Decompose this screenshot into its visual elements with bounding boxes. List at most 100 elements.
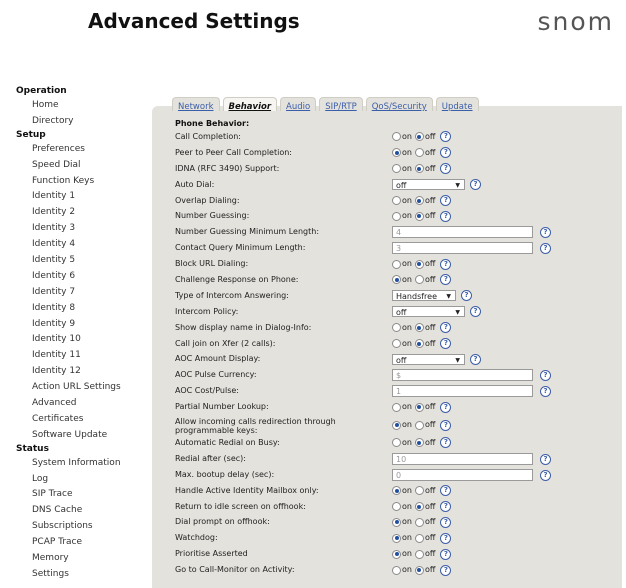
radio-on[interactable]: on [392,320,412,336]
sidebar-item-function-keys[interactable]: Function Keys [16,174,148,190]
sidebar-item-pcap-trace[interactable]: PCAP Trace [16,535,148,551]
radio-on-button[interactable] [392,533,401,543]
radio-off[interactable]: off [414,483,435,499]
radio-on-button[interactable] [392,275,401,285]
sidebar-item-directory[interactable]: Directory [16,114,148,130]
radio-off-button[interactable] [414,339,424,349]
setting-input[interactable]: $ [392,369,533,382]
radio-on[interactable]: on [392,435,412,451]
radio-on-button[interactable] [392,164,401,174]
radio-on-button[interactable] [392,323,401,333]
radio-off[interactable]: off [414,161,435,177]
help-icon[interactable]: ? [440,338,452,350]
radio-on[interactable]: on [392,256,412,272]
help-icon[interactable]: ? [440,322,452,334]
help-icon[interactable]: ? [440,501,452,513]
sidebar-item-action-url-settings[interactable]: Action URL Settings [16,380,148,396]
radio-on[interactable]: on [392,208,412,224]
sidebar-item-identity-4[interactable]: Identity 4 [16,237,148,253]
help-icon[interactable]: ? [440,564,452,576]
sidebar-item-certificates[interactable]: Certificates [16,412,148,428]
radio-off[interactable]: off [414,399,435,415]
setting-input[interactable]: 0 [392,468,533,481]
help-icon[interactable]: ? [440,163,452,175]
radio-off-button[interactable] [414,533,424,543]
radio-off[interactable]: off [414,145,435,161]
help-icon[interactable]: ? [440,274,452,286]
radio-on[interactable]: on [392,483,412,499]
sidebar-item-identity-1[interactable]: Identity 1 [16,189,148,205]
sidebar-item-identity-10[interactable]: Identity 10 [16,332,148,348]
radio-off[interactable]: off [414,272,435,288]
sidebar-item-sip-trace[interactable]: SIP Trace [16,487,148,503]
radio-off-button[interactable] [414,323,424,333]
radio-off[interactable]: off [414,129,435,145]
sidebar-item-identity-12[interactable]: Identity 12 [16,364,148,380]
sidebar-item-identity-5[interactable]: Identity 5 [16,253,148,269]
radio-off-button[interactable] [414,259,424,269]
help-icon[interactable]: ? [440,258,452,270]
radio-off[interactable]: off [414,320,435,336]
radio-on[interactable]: on [392,336,412,352]
setting-input[interactable]: 4 [392,226,533,239]
help-icon[interactable]: ? [440,419,452,431]
setting-select[interactable]: off ▼ [392,179,465,191]
radio-on-button[interactable] [392,549,401,559]
radio-on-button[interactable] [392,402,401,412]
radio-on-button[interactable] [392,211,401,221]
radio-on[interactable]: on [392,193,412,209]
setting-select[interactable]: Handsfree ▼ [392,290,456,302]
radio-on-button[interactable] [392,420,401,430]
sidebar-item-software-update[interactable]: Software Update [16,428,148,444]
radio-on-button[interactable] [392,132,401,142]
radio-on[interactable]: on [392,514,412,530]
radio-off[interactable]: off [414,208,435,224]
help-icon[interactable]: ? [470,306,481,318]
tab-behavior[interactable]: Behavior [222,97,278,112]
help-icon[interactable]: ? [470,179,481,191]
radio-on-button[interactable] [392,517,401,527]
help-icon[interactable]: ? [540,243,551,255]
help-icon[interactable]: ? [540,386,551,398]
setting-input[interactable]: 1 [392,385,533,398]
setting-select[interactable]: off ▼ [392,306,465,318]
tab-sip-rtp[interactable]: SIP/RTP [319,97,363,112]
radio-off[interactable]: off [414,256,435,272]
radio-on[interactable]: on [392,562,412,578]
radio-on[interactable]: on [392,129,412,145]
help-icon[interactable]: ? [440,147,452,159]
radio-off-button[interactable] [414,565,424,575]
radio-off-button[interactable] [414,486,424,496]
radio-on-button[interactable] [392,148,401,158]
radio-off[interactable]: off [414,546,435,562]
help-icon[interactable]: ? [470,353,481,365]
radio-off-button[interactable] [414,402,424,412]
sidebar-item-home[interactable]: Home [16,98,148,114]
radio-off-button[interactable] [414,132,424,142]
radio-on[interactable]: on [392,499,412,515]
radio-on-button[interactable] [392,565,401,575]
help-icon[interactable]: ? [540,469,551,481]
radio-on-button[interactable] [392,486,401,496]
radio-on-button[interactable] [392,438,401,448]
help-icon[interactable]: ? [440,532,452,544]
radio-off[interactable]: off [414,417,435,433]
help-icon[interactable]: ? [440,401,452,413]
help-icon[interactable]: ? [540,227,551,239]
help-icon[interactable]: ? [440,210,452,222]
radio-off[interactable]: off [414,435,435,451]
sidebar-item-advanced[interactable]: Advanced [16,396,148,412]
sidebar-item-dns-cache[interactable]: DNS Cache [16,503,148,519]
sidebar-item-identity-2[interactable]: Identity 2 [16,205,148,221]
radio-on[interactable]: on [392,145,412,161]
radio-off-button[interactable] [414,420,424,430]
radio-off[interactable]: off [414,562,435,578]
radio-off[interactable]: off [414,193,435,209]
radio-off-button[interactable] [414,549,424,559]
sidebar-item-identity-9[interactable]: Identity 9 [16,317,148,333]
radio-off-button[interactable] [414,275,424,285]
help-icon[interactable]: ? [540,453,551,465]
tab-qos-security[interactable]: QoS/Security [365,97,433,112]
help-icon[interactable]: ? [440,548,452,560]
sidebar-item-subscriptions[interactable]: Subscriptions [16,519,148,535]
